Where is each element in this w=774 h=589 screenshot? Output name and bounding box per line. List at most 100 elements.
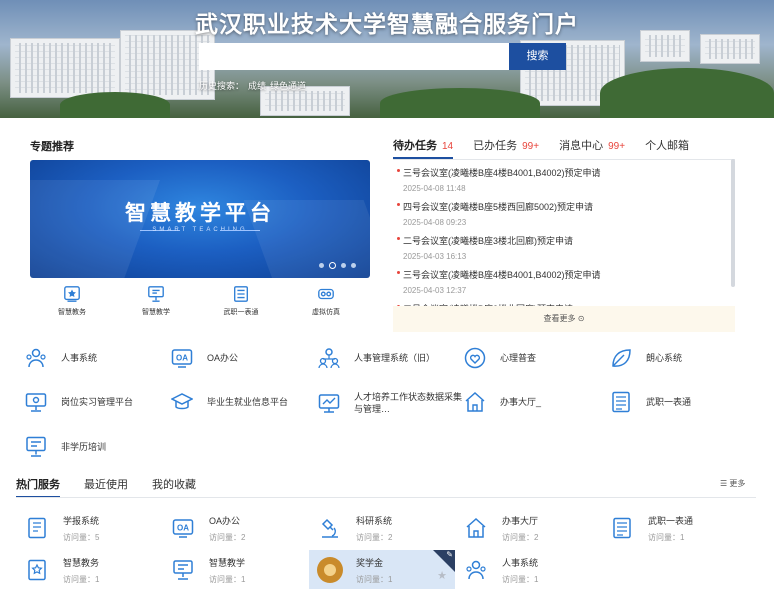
leaf-icon	[612, 349, 631, 367]
chart-screen-icon	[318, 394, 340, 413]
task-item[interactable]: 四号会议室(凌曦楼B座5楼西回廊5002)预定申请 2025-04-08 09:2…	[393, 195, 731, 229]
app-employment[interactable]: 毕业生就业信息平台	[171, 391, 317, 413]
list-icon	[612, 391, 630, 413]
tab-hot-services[interactable]: 热门服务	[16, 476, 60, 498]
search-history-item[interactable]: 成绩	[248, 79, 266, 92]
service-text: OA办公 访问量：2	[209, 514, 245, 543]
service-tabs: 热门服务 最近使用 我的收藏	[16, 476, 220, 498]
heart-icon	[464, 347, 486, 369]
tab-messages[interactable]: 消息中心 99+	[559, 137, 625, 159]
carousel-dots	[319, 262, 356, 269]
app-label: 心理普查	[500, 353, 537, 363]
tab-done[interactable]: 已办任务 99+	[473, 137, 539, 159]
service-name: 奖学金	[356, 557, 384, 568]
house-icon	[465, 391, 485, 412]
tab-favorites[interactable]: 我的收藏	[152, 476, 196, 498]
quick-link-smart-academic[interactable]: 智慧教务	[42, 285, 102, 317]
carousel-dot[interactable]	[319, 263, 324, 268]
carousel-subtitle: SMART TEACHING	[152, 227, 248, 233]
task-title: 三号会议室(凌曦楼B座4楼B4001,B4002)预定申请	[403, 168, 601, 178]
service-journal[interactable]: 学报系统 访问量：5	[16, 508, 162, 548]
app-langxin[interactable]: 朗心系统	[610, 347, 756, 369]
service-name: 科研系统	[356, 515, 393, 526]
house-icon	[466, 517, 486, 538]
topic-carousel[interactable]: 智慧教学平台 SMART TEACHING	[30, 160, 370, 278]
trees	[600, 68, 774, 118]
view-more-button[interactable]: 查看更多 ⊙	[393, 306, 735, 332]
search-history-item[interactable]: 绿色通道	[270, 79, 306, 92]
search-button[interactable]: 搜索	[509, 43, 566, 70]
tab-label: 待办任务	[393, 140, 437, 152]
app-label: 朗心系统	[646, 353, 683, 363]
carousel-dot[interactable]	[341, 263, 346, 268]
tab-mailbox[interactable]: 个人邮箱	[645, 137, 689, 159]
service-smart-teaching[interactable]: 智慧教学 访问量：1	[162, 550, 308, 589]
vr-icon	[318, 288, 334, 300]
service-name: 智慧教学	[209, 557, 246, 568]
star-book-icon	[28, 559, 46, 581]
tab-todo[interactable]: 待办任务 14	[393, 137, 454, 159]
quick-link-label: 智慧教务	[58, 309, 86, 316]
campus-building	[10, 38, 120, 98]
medal-icon	[317, 557, 343, 583]
graduation-cap-icon	[171, 393, 193, 410]
tab-divider	[393, 159, 735, 160]
task-item[interactable]: 二号会议室(凌曦楼B座3楼北回廊)预定申请 2025-04-03 16:13	[393, 229, 731, 263]
service-name: 智慧教务	[63, 557, 100, 568]
service-hall[interactable]: 办事大厅 访问量：2	[455, 508, 601, 548]
svg-text:OA: OA	[176, 354, 188, 363]
app-psych-survey[interactable]: 心理普查	[464, 347, 610, 369]
trees	[380, 88, 540, 118]
app-hr-system[interactable]: 人事系统	[25, 347, 171, 369]
service-hr[interactable]: 人事系统 访问量：1	[455, 550, 601, 589]
task-item[interactable]: 三号会议室(凌曦楼B座4楼B4001,B4002)预定申请 2025-04-08 …	[393, 161, 731, 195]
quick-link-one-form[interactable]: 武职一表通	[211, 285, 271, 317]
board-icon	[173, 560, 193, 580]
service-research[interactable]: 科研系统访问量：2	[309, 508, 455, 548]
service-scholarship[interactable]: 奖学金 访问量：1 ✎ ★	[309, 550, 455, 589]
tab-label: 消息中心	[559, 140, 604, 152]
service-one-form[interactable]: 武职一表通 访问量：1	[601, 508, 747, 548]
app-oa[interactable]: OA OA办公	[171, 347, 317, 369]
edit-icon[interactable]: ✎	[446, 550, 453, 559]
service-oa[interactable]: OA OA办公 访问量：2	[162, 508, 308, 548]
people-manage-icon	[318, 348, 340, 369]
service-divider	[16, 497, 756, 498]
service-name: OA办公	[209, 515, 241, 526]
service-smart-academic[interactable]: 智慧教务 访问量：1	[16, 550, 162, 589]
quick-link-smart-teaching[interactable]: 智慧教学	[126, 285, 186, 317]
list-icon	[613, 517, 631, 539]
app-internship[interactable]: 岗位实习管理平台	[25, 391, 171, 413]
people-icon	[26, 348, 46, 368]
tab-recent[interactable]: 最近使用	[84, 476, 128, 498]
service-text: 科研系统访问量：2	[356, 514, 392, 543]
tab-label: 个人邮箱	[645, 140, 690, 152]
app-label: 武职一表通	[646, 397, 692, 407]
task-time: 2025-04-03 16:13	[403, 252, 467, 261]
quick-link-label: 智慧教学	[142, 309, 170, 316]
search-input[interactable]	[199, 43, 509, 70]
search-history-label: 历史搜索：	[199, 81, 245, 91]
task-scrollbar[interactable]	[731, 159, 735, 287]
monitor-icon	[25, 393, 47, 412]
app-label: 人事管理系统（旧）	[354, 353, 436, 363]
carousel-dot[interactable]	[351, 263, 356, 268]
app-service-hall[interactable]: 办事大厅_	[464, 391, 610, 413]
app-non-degree-training[interactable]: 非学历培训	[25, 436, 171, 458]
app-talent-data[interactable]: 人才培养工作状态数据采集与管理…	[318, 391, 464, 415]
journal-icon	[28, 517, 46, 539]
carousel-dot-active[interactable]	[329, 262, 336, 269]
quick-link-virtual-sim[interactable]: 虚拟仿真	[296, 285, 356, 317]
service-visits: 访问量：2	[356, 532, 393, 542]
svg-text:OA: OA	[177, 524, 189, 533]
task-tabs: 待办任务 14 已办任务 99+ 消息中心 99+ 个人邮箱	[393, 137, 709, 159]
app-label: 人才培养工作状态数据采集与管理…	[354, 392, 463, 414]
task-item[interactable]: 三号会议室(凌曦楼B座4楼B4001,B4002)预定申请 2025-04-03 …	[393, 263, 731, 297]
decor-line	[220, 230, 260, 231]
task-item[interactable]: 二号会议室(凌曦楼B座3楼北回廊)预定申请	[393, 297, 731, 306]
app-hr-management-old[interactable]: 人事管理系统（旧）	[318, 347, 464, 369]
app-one-form[interactable]: 武职一表通	[610, 391, 756, 413]
favorite-star-icon[interactable]: ★	[437, 569, 447, 582]
more-services-link[interactable]: ☰ 更多	[720, 478, 745, 489]
topics-heading: 专题推荐	[30, 141, 74, 153]
